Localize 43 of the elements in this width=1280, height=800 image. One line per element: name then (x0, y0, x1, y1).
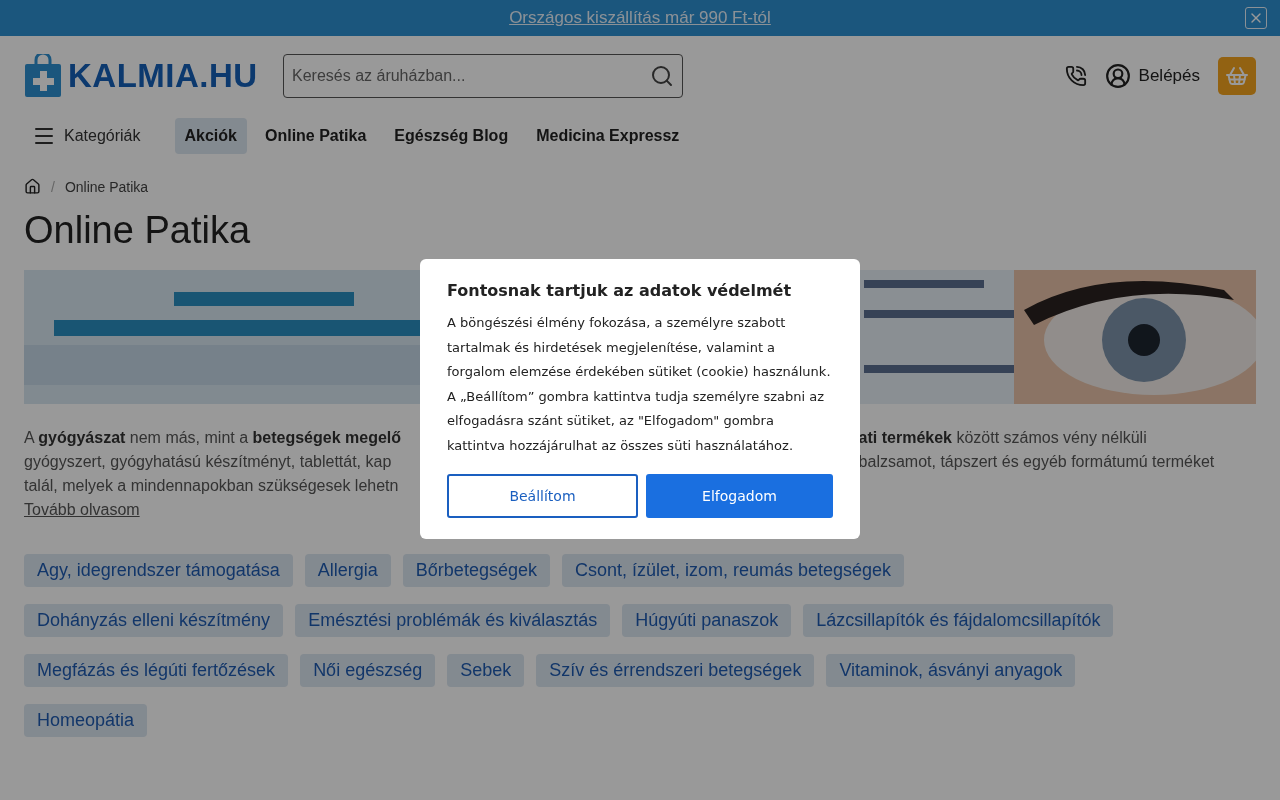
category-tag[interactable]: Női egészség (300, 654, 436, 687)
basket-icon (1225, 64, 1249, 88)
category-tag[interactable]: Húgyúti panaszok (622, 604, 792, 637)
home-icon[interactable] (24, 178, 41, 195)
search-icon[interactable] (650, 64, 674, 88)
shipping-link[interactable]: Országos kiszállítás már 990 Ft-tól (509, 8, 771, 28)
user-icon (1104, 63, 1131, 89)
category-tag[interactable]: Szív és érrendszeri betegségek (536, 654, 815, 687)
accept-button[interactable]: Elfogadom (646, 474, 833, 518)
login-link[interactable]: Belépés (1104, 63, 1200, 89)
breadcrumb-link[interactable]: Online Patika (64, 178, 149, 195)
category-tag[interactable]: Dohányzás elleni készítmény (24, 604, 284, 637)
category-tag[interactable]: Lázcsillapítók és fájdalomcsillapítók (803, 604, 1114, 637)
description-text: talál, melyek a mindennapokban szükségesek lehetn (24, 476, 399, 496)
settings-button[interactable]: Beállítom (447, 474, 638, 518)
category-tag[interactable]: Emésztési problémák és kiválasztás (295, 604, 611, 637)
description-text: balzsamot, tápszert és egyéb formátumú terméket (858, 452, 1215, 472)
logo-text[interactable]: KALMIA.HU (68, 57, 258, 95)
category-tag[interactable]: Megfázás és légúti fertőzések (24, 654, 289, 687)
nav-link[interactable]: Egészség Blog (384, 118, 519, 154)
category-tag[interactable]: Agy, idegrendszer támogatása (24, 554, 293, 587)
description-text: gyógyszert, gyógyhatású készítményt, tablettát, kap (24, 452, 392, 472)
read-more-link[interactable]: Tovább olvasom (24, 501, 140, 518)
description-text: A gyógyászat nem más, mint a betegségek megelő (24, 428, 402, 448)
nav-link[interactable]: Online Patika (254, 118, 377, 154)
categories-button[interactable]: Kategóriák (24, 124, 149, 148)
phone-icon[interactable] (1064, 65, 1087, 87)
description-text: ati termékek között számos vény nélküli (858, 428, 1147, 448)
shopping-bag-icon (24, 54, 62, 98)
breadcrumb-separator: / (51, 178, 55, 195)
category-tag[interactable]: Homeopátia (24, 704, 148, 737)
category-tag[interactable]: Allergia (304, 554, 391, 587)
dialog-title: Fontosnak tartjuk az adatok védelmét (447, 281, 793, 300)
category-tag[interactable]: Bőrbetegségek (402, 554, 550, 587)
close-button[interactable] (1245, 7, 1267, 29)
nav-link[interactable]: Medicina Expressz (526, 118, 690, 154)
category-tag[interactable]: Vitaminok, ásványi anyagok (826, 654, 1076, 687)
category-tag[interactable]: Csont, ízület, izom, reumás betegségek (561, 554, 905, 587)
nav-link[interactable]: Akciók (174, 118, 247, 154)
dialog-text: A böngészési élmény fokozása, a személyre szabott tartalmak és hirdetések megjelenítése, valamint a forgalom elemzése érdekében sütiket (cookie) használunk. A „Beállítom” gombra kattintva tudja személyre szabni az elfogadásra szánt sütiket, az "Elfogadom" gombra kattintva hozzájárulhat az összes süti használatához. (447, 314, 832, 455)
search-field[interactable]: Keresés az áruházban... (283, 54, 683, 98)
category-tag[interactable]: Sebek (447, 654, 525, 687)
page-title: Online Patika (24, 209, 251, 252)
